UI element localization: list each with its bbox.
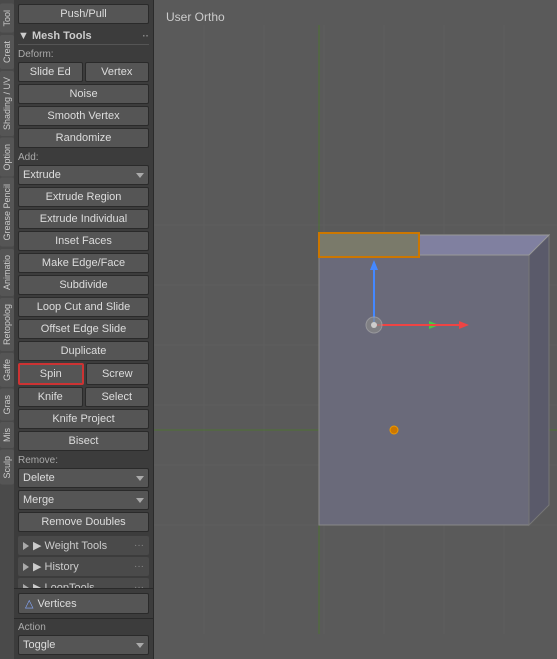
deform-label: Deform: [18,49,149,60]
extrude-arrow-icon [136,173,144,178]
vtab-shading[interactable]: Shading / UV [0,71,14,136]
mesh-tools-header: ▼ Mesh Tools ·· [18,28,149,45]
vertices-bar: △ Vertices [14,588,153,618]
weight-tools-section: ▶ Weight Tools ··· [18,536,149,555]
delete-dropdown[interactable]: Delete [18,468,149,488]
toggle-arrow-icon [136,643,144,648]
history-arrow-icon [23,563,29,571]
history-left: ▶ History [23,560,79,573]
vertex-button[interactable]: Vertex [85,62,150,82]
vtab-animation[interactable]: Animatio [0,249,14,296]
vertical-tabs-panel: Tool Creat Shading / UV Option Grease Pe… [0,0,14,659]
loop-cut-slide-button[interactable]: Loop Cut and Slide [18,297,149,317]
sidebar-panel: Push/Pull ▼ Mesh Tools ·· Deform: Slide … [14,0,154,659]
spin-screw-row: Spin Screw [18,363,149,385]
viewport: User Ortho Meters [154,0,557,659]
mesh-tools-dots: ·· [142,31,149,42]
smooth-vertex-button[interactable]: Smooth Vertex [18,106,149,126]
weight-tools-label: ▶ Weight Tools [33,539,107,552]
weight-tools-arrow-icon [23,542,29,550]
history-section: ▶ History ··· [18,557,149,576]
extrude-dropdown[interactable]: Extrude [18,165,149,185]
remove-doubles-button[interactable]: Remove Doubles [18,512,149,532]
vertices-label: Vertices [37,598,76,610]
push-pull-button[interactable]: Push/Pull [18,4,149,24]
merge-dropdown[interactable]: Merge [18,490,149,510]
noise-button[interactable]: Noise [18,84,149,104]
vtab-sculp[interactable]: Sculp [0,450,14,485]
screw-button[interactable]: Screw [86,363,150,385]
add-label: Add: [18,152,149,163]
knife-select-row: Knife Select [18,387,149,407]
action-bar: Action Toggle [14,618,153,659]
delete-arrow-icon [136,476,144,481]
vtab-gaffe[interactable]: Gaffe [0,353,14,387]
extrude-region-button[interactable]: Extrude Region [18,187,149,207]
bisect-button[interactable]: Bisect [18,431,149,451]
vertices-icon: △ [25,597,33,610]
spin-button[interactable]: Spin [18,363,84,385]
slide-ed-button[interactable]: Slide Ed [18,62,83,82]
merge-arrow-icon [136,498,144,503]
vtab-tool[interactable]: Tool [0,4,14,33]
vtab-create[interactable]: Creat [0,35,14,69]
select-button[interactable]: Select [85,387,150,407]
loop-tools-header[interactable]: ▶ LoopTools ··· [18,578,149,588]
viewport-svg [154,0,557,659]
delete-label: Delete [23,472,55,484]
toggle-dropdown[interactable]: Toggle [18,635,149,655]
mesh-tools-label: ▼ Mesh Tools [18,30,92,42]
history-header[interactable]: ▶ History ··· [18,557,149,576]
vtab-grease-pencil[interactable]: Grease Pencil [0,178,14,247]
knife-button[interactable]: Knife [18,387,83,407]
loop-tools-section: ▶ LoopTools ··· [18,578,149,588]
randomize-button[interactable]: Randomize [18,128,149,148]
remove-label: Remove: [18,455,149,466]
subdivide-button[interactable]: Subdivide [18,275,149,295]
inset-faces-button[interactable]: Inset Faces [18,231,149,251]
duplicate-button[interactable]: Duplicate [18,341,149,361]
knife-project-button[interactable]: Knife Project [18,409,149,429]
loop-tools-left: ▶ LoopTools [23,581,95,588]
toggle-label: Toggle [23,639,55,651]
offset-edge-slide-button[interactable]: Offset Edge Slide [18,319,149,339]
deform-row: Slide Ed Vertex [18,62,149,82]
merge-label: Merge [23,494,54,506]
vtab-retopology[interactable]: Retopolog [0,298,14,351]
extrude-label: Extrude [23,169,61,181]
vtab-mis[interactable]: Mis [0,422,14,448]
history-label: ▶ History [33,560,79,573]
action-label-text: Action [18,622,149,633]
history-dots: ··· [134,561,144,572]
weight-tools-header[interactable]: ▶ Weight Tools ··· [18,536,149,555]
sidebar-scroll-area: Push/Pull ▼ Mesh Tools ·· Deform: Slide … [14,0,153,588]
vtab-option[interactable]: Option [0,138,14,177]
loop-tools-label: ▶ LoopTools [33,581,95,588]
weight-tools-left: ▶ Weight Tools [23,539,107,552]
vertices-select[interactable]: △ Vertices [18,593,149,614]
weight-tools-dots: ··· [134,540,144,551]
make-edge-face-button[interactable]: Make Edge/Face [18,253,149,273]
extrude-individual-button[interactable]: Extrude Individual [18,209,149,229]
vtab-gras[interactable]: Gras [0,389,14,421]
